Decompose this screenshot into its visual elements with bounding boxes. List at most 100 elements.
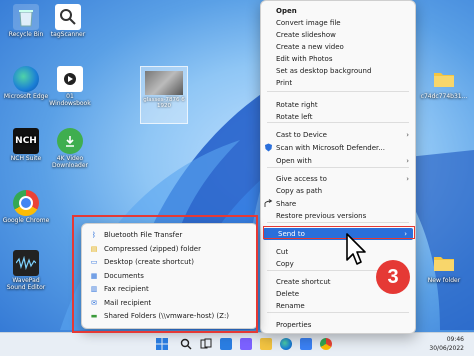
chevron-right-icon: ›: [404, 230, 407, 238]
context-menu-item-edit-with-photos[interactable]: Edit with Photos: [261, 53, 415, 65]
menu-item-label: Compressed (zipped) folder: [104, 244, 201, 253]
desktop-icon-tagscanner[interactable]: tagScanner: [44, 4, 92, 39]
widgets-icon[interactable]: [220, 338, 232, 350]
menu-item-label: Rotate left: [276, 113, 313, 121]
selected-image-file[interactable]: glasses-7876 6 1920: [140, 66, 188, 124]
context-menu-item-share[interactable]: Share: [261, 198, 415, 210]
desktop-icon-edge[interactable]: Microsoft Edge: [2, 66, 50, 101]
menu-separator: [267, 91, 409, 92]
desktop-icon-nch-suite[interactable]: NCH NCH Suite: [2, 128, 50, 163]
fax-icon: ▥: [90, 285, 98, 293]
taskbar: 09:46 30/06/2022: [0, 332, 474, 356]
send-to-item-fax-recipient[interactable]: ▥ Fax recipient: [82, 283, 257, 295]
context-menu-item-properties[interactable]: Properties: [261, 319, 415, 331]
chrome-icon: [13, 190, 39, 216]
send-to-item-mail-recipient[interactable]: ✉ Mail recipient: [82, 297, 257, 309]
desktop-icon-label: tagScanner: [50, 31, 86, 38]
context-menu-item-give-access-to[interactable]: Give access to ›: [261, 173, 415, 185]
context-menu-item-convert-image-file[interactable]: Convert image file: [261, 17, 415, 29]
menu-item-label: Shared Folders (\\vmware-host) (Z:): [104, 312, 230, 320]
chrome-icon[interactable]: [320, 338, 332, 350]
menu-item-label: Rename: [276, 302, 305, 310]
desktop-icon-folder-c74[interactable]: c74dc774b31...: [420, 66, 468, 101]
context-menu-item-rotate-left[interactable]: Rotate left: [261, 111, 415, 123]
menu-item-label: Mail recipient: [104, 298, 152, 307]
clock-time: 09:46: [446, 336, 464, 343]
menu-item-label: Print: [276, 79, 293, 87]
zip-folder-icon: ▤: [90, 244, 98, 253]
desktop-icon-recycle-bin[interactable]: Recycle Bin: [2, 4, 50, 39]
context-menu-item-set-as-desktop-background[interactable]: Set as desktop background: [261, 65, 415, 77]
menu-item-label: Create shortcut: [276, 278, 331, 286]
context-menu-item-rename[interactable]: Rename: [261, 300, 415, 312]
desktop-icon-new-folder[interactable]: New folder: [420, 250, 468, 285]
context-menu-item-cast-to-device[interactable]: Cast to Device ›: [261, 129, 415, 141]
send-to-item-documents[interactable]: ▦ Documents: [82, 270, 257, 282]
bluetooth-icon: ᛒ: [91, 231, 97, 239]
desktop-icon-label: Google Chrome: [2, 217, 50, 224]
send-to-submenu: ᛒ Bluetooth File Transfer ▤ Compressed (zip…: [81, 223, 258, 329]
context-menu-item-send-to[interactable]: Send to ›: [263, 228, 413, 240]
desktop-icon-label: 01 Windowsbook: [49, 93, 91, 107]
menu-item-label: Create a new video: [276, 43, 344, 51]
menu-item-label: Copy: [276, 260, 294, 268]
menu-item-label: Desktop (create shortcut): [104, 258, 195, 266]
video-file-icon: [57, 66, 83, 92]
menu-item-label: Give access to: [276, 175, 327, 183]
system-clock[interactable]: 09:46 30/06/2022: [429, 335, 464, 353]
menu-item-label: Create slideshow: [276, 31, 336, 39]
desktop-icon-video[interactable]: 01 Windowsbook: [46, 66, 94, 108]
context-menu-item-open-with[interactable]: Open with ›: [261, 155, 415, 167]
chevron-right-icon: ›: [406, 131, 409, 139]
edge-icon: [13, 66, 39, 92]
send-to-item-desktop-create-shortcut[interactable]: ▭ Desktop (create shortcut): [82, 256, 257, 268]
start-icon[interactable]: [156, 338, 168, 350]
desktop-icon-4k-downloader[interactable]: 4K Video Downloader: [46, 128, 94, 170]
context-menu-item-open[interactable]: Open: [261, 5, 415, 17]
search-icon[interactable]: [180, 338, 192, 350]
edge-icon[interactable]: [280, 338, 292, 350]
task-view-icon[interactable]: [200, 338, 212, 350]
context-menu-item-print[interactable]: Print: [261, 77, 415, 89]
menu-item-label: Convert image file: [276, 19, 341, 27]
menu-item-label: Documents: [104, 271, 144, 280]
chat-icon[interactable]: [240, 338, 252, 350]
context-menu-item-cut[interactable]: Cut: [261, 246, 415, 258]
context-menu-item-restore-previous-versions[interactable]: Restore previous versions: [261, 210, 415, 222]
chevron-right-icon: ›: [406, 157, 409, 165]
desktop-icon-label: WavePad Sound Editor: [6, 277, 46, 291]
share-icon: [264, 199, 273, 208]
desktop-icon: ▭: [90, 258, 98, 266]
menu-separator: [267, 167, 409, 168]
menu-separator: [267, 222, 409, 223]
context-menu-item-rotate-right[interactable]: Rotate right: [261, 99, 415, 111]
file-explorer-icon[interactable]: [260, 338, 272, 350]
store-icon[interactable]: [300, 338, 312, 350]
send-to-item-bluetooth-file-transfer[interactable]: ᛒ Bluetooth File Transfer: [82, 229, 257, 241]
desktop-icon-label: c74dc774b31...: [420, 93, 468, 100]
context-menu-item-create-a-new-video[interactable]: Create a new video: [261, 41, 415, 53]
context-menu-item-copy-as-path[interactable]: Copy as path: [261, 185, 415, 197]
context-menu-item-scan-with-microsoft-defender[interactable]: Scan with Microsoft Defender...: [261, 142, 415, 154]
send-to-item-compressed-zipped-folder[interactable]: ▤ Compressed (zipped) folder: [82, 243, 257, 255]
menu-item-label: Delete: [276, 290, 299, 298]
tagscanner-icon: [55, 4, 81, 30]
desktop-icon-label: Recycle Bin: [8, 31, 44, 38]
wavepad-icon: [13, 250, 39, 276]
menu-item-label: Open: [276, 7, 297, 15]
menu-item-label: Open with: [276, 157, 312, 165]
menu-item-label: Cast to Device: [276, 131, 327, 139]
mouse-cursor-icon: [346, 233, 366, 265]
menu-item-label: Share: [276, 200, 297, 208]
chevron-right-icon: ›: [406, 175, 409, 183]
menu-item-label: Copy as path: [276, 187, 323, 195]
selected-file-label: glasses-7876 6 1920: [143, 97, 185, 110]
context-menu-item-create-slideshow[interactable]: Create slideshow: [261, 29, 415, 41]
image-thumbnail: [145, 71, 183, 95]
desktop-icon-wavepad[interactable]: WavePad Sound Editor: [2, 250, 50, 292]
recycle-bin-icon: [13, 4, 39, 30]
menu-item-label: Fax recipient: [104, 285, 149, 293]
send-to-item-shared-folders-vmware-host-z[interactable]: ▬ Shared Folders (\\vmware-host) (Z:): [82, 310, 257, 322]
desktop-icon-chrome[interactable]: Google Chrome: [2, 190, 50, 225]
desktop-icon-label: NCH Suite: [10, 155, 42, 162]
